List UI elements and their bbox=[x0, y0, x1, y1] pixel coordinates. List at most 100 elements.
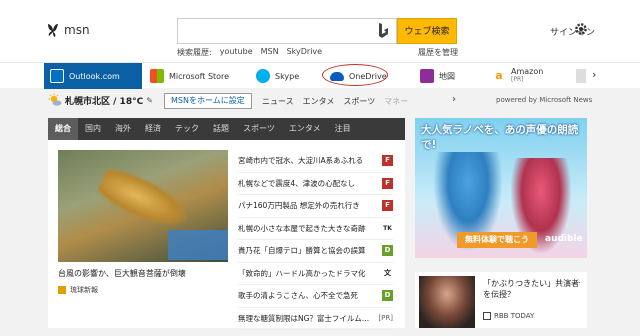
tab-tech[interactable]: テック bbox=[168, 118, 206, 140]
ad-title: 大人気ラノベを、あの声優の朗読で! bbox=[421, 124, 579, 151]
more-options-icon[interactable]: ⋯ bbox=[573, 278, 581, 287]
source-icon: F bbox=[382, 200, 393, 212]
source-logo-icon bbox=[58, 286, 66, 294]
edit-icon[interactable]: ✎ bbox=[146, 96, 153, 105]
list-item[interactable]: 「致命的」ハードル高かったドラマ化 文 bbox=[238, 263, 393, 285]
history-item[interactable]: SkyDrive bbox=[287, 47, 323, 58]
card-photo bbox=[419, 276, 475, 328]
section-link[interactable]: スポーツ bbox=[343, 96, 375, 107]
store-icon bbox=[150, 69, 164, 83]
headline-text: 宮崎市内で冠水、大淀川A系あふれる bbox=[238, 156, 364, 166]
source-icon: D bbox=[382, 245, 393, 257]
source-name: 琉球新報 bbox=[70, 286, 98, 294]
header: msn ウェブ検索 サインイン 検索履歴: youtube MSN SkyDri… bbox=[0, 0, 640, 62]
headline-text: パナ160万円製品 想定外の売れ行き bbox=[238, 201, 360, 211]
nav-amazon[interactable]: a Amazon [PR] bbox=[492, 63, 543, 89]
tab-entertainment[interactable]: エンタメ bbox=[282, 118, 328, 140]
list-item[interactable]: 札幌の小さな本屋で起きた大きな奇跡 TK bbox=[238, 218, 393, 240]
source-icon: 文 bbox=[382, 267, 393, 279]
nav-microsoft-store[interactable]: Microsoft Store bbox=[150, 63, 229, 89]
list-item[interactable]: パナ160万円製品 想定外の売れ行き F bbox=[238, 195, 393, 218]
map-icon bbox=[420, 69, 434, 83]
partly-sunny-icon bbox=[48, 93, 62, 106]
source-logo-icon bbox=[483, 312, 491, 320]
audible-logo: audible bbox=[545, 234, 583, 244]
source-icon: D bbox=[382, 290, 393, 302]
source-name: RBB TODAY bbox=[494, 312, 535, 320]
tab-topics[interactable]: 話題 bbox=[206, 118, 236, 140]
history-item[interactable]: youtube bbox=[220, 47, 253, 58]
tab-overseas[interactable]: 海外 bbox=[108, 118, 138, 140]
nav-label: Microsoft Store bbox=[169, 71, 230, 81]
section-nav: ニュース エンタメ スポーツ マネー bbox=[262, 96, 408, 107]
news-tabs: 総合 国内 海外 経済 テック 話題 スポーツ エンタメ 注目 bbox=[48, 118, 405, 140]
section-link[interactable]: ニュース bbox=[262, 96, 294, 107]
card-source: RBB TODAY bbox=[483, 312, 534, 320]
nav-label: Amazon bbox=[511, 67, 544, 76]
headline-text: 札幌などで震度4、津波の心配なし bbox=[238, 178, 356, 188]
chevron-right-icon[interactable]: › bbox=[452, 94, 456, 105]
headline-text: 札幌の小さな本屋で起きた大きな奇跡 bbox=[238, 223, 366, 233]
headline-text: 歌手の清ようこさん、心不全で急死 bbox=[238, 291, 358, 301]
history-item[interactable]: MSN bbox=[261, 47, 279, 58]
search-input[interactable] bbox=[177, 18, 397, 44]
msn-logo[interactable]: msn bbox=[46, 22, 90, 38]
search-history: 検索履歴: youtube MSN SkyDrive bbox=[177, 47, 322, 58]
pr-label: [PR] bbox=[378, 314, 393, 323]
history-manage-link[interactable]: 履歴を管理 bbox=[418, 47, 458, 58]
pr-label: [PR] bbox=[511, 76, 524, 83]
nav-outlook[interactable]: Outlook.com bbox=[44, 63, 142, 89]
nav-label: Skype bbox=[275, 71, 300, 81]
tab-economy[interactable]: 経済 bbox=[138, 118, 168, 140]
amazon-icon: a bbox=[495, 69, 503, 82]
list-item[interactable]: 無理な糖質制限はNG？富士フイルム… [PR] bbox=[238, 308, 393, 330]
msn-butterfly-icon bbox=[48, 24, 58, 37]
ad-cta-button[interactable]: 無料体験で聴こう bbox=[457, 232, 537, 248]
signin-link[interactable]: サインイン bbox=[550, 25, 595, 38]
nav-map[interactable]: 地図 bbox=[420, 63, 455, 89]
headline-text: 貴乃花「自爆テロ」勝算と協会の誤算 bbox=[238, 246, 366, 256]
source-icon: F bbox=[382, 155, 393, 167]
list-item[interactable]: 宮崎市内で冠水、大淀川A系あふれる F bbox=[238, 150, 393, 173]
headline-text: 無理な糖質制限はNG？富士フイルム… bbox=[238, 313, 370, 323]
news-card[interactable]: 「かぶりつきたい」共演者を伝授？ ⋯ RBB TODAY bbox=[415, 272, 587, 328]
list-item[interactable]: 貴乃花「自爆テロ」勝算と協会の誤算 D bbox=[238, 240, 393, 263]
chevron-right-icon[interactable]: › bbox=[592, 68, 596, 81]
nav-skype[interactable]: Skype bbox=[256, 63, 299, 89]
card-headline: 「かぶりつきたい」共演者を伝授？ bbox=[483, 279, 580, 299]
statue-shape bbox=[93, 161, 198, 239]
location-label: 札幌市北区 / 18°C bbox=[65, 96, 144, 107]
highlight-circle bbox=[322, 64, 388, 86]
section-link[interactable]: エンタメ bbox=[303, 96, 335, 107]
skype-icon bbox=[256, 69, 270, 83]
hero-headline[interactable]: 台風の影響か、巨大観音菩薩が倒壊 bbox=[58, 268, 228, 279]
nav-label: Outlook.com bbox=[69, 71, 120, 81]
tarp-shape bbox=[168, 230, 228, 260]
headline-list: 宮崎市内で冠水、大淀川A系あふれる F 札幌などで震度4、津波の心配なし F パ… bbox=[238, 150, 393, 330]
outlook-icon bbox=[50, 69, 64, 83]
nav-next-tile bbox=[576, 69, 586, 83]
tab-featured[interactable]: 注目 bbox=[328, 118, 358, 140]
tab-sougou[interactable]: 総合 bbox=[48, 118, 78, 140]
powered-by: powered by Microsoft News bbox=[496, 96, 593, 104]
hero-image[interactable] bbox=[58, 150, 228, 262]
gear-icon[interactable] bbox=[574, 22, 588, 36]
history-label: 検索履歴: bbox=[177, 48, 212, 57]
headline-text: 「致命的」ハードル高かったドラマ化 bbox=[238, 268, 366, 278]
list-item[interactable]: 歌手の清ようこさん、心不全で急死 D bbox=[238, 285, 393, 308]
tab-sports[interactable]: スポーツ bbox=[236, 118, 282, 140]
nav-label: 地図 bbox=[439, 71, 455, 81]
source-icon: F bbox=[382, 177, 393, 189]
section-link[interactable]: マネー bbox=[384, 96, 408, 107]
list-item[interactable]: 札幌などで震度4、津波の心配なし F bbox=[238, 173, 393, 195]
hero-source: 琉球新報 bbox=[58, 285, 98, 295]
web-search-button[interactable]: ウェブ検索 bbox=[397, 18, 457, 44]
quick-links-bar: Outlook.com Microsoft Store Skype OneDri… bbox=[0, 62, 640, 89]
set-home-button[interactable]: MSNをホームに設定 bbox=[164, 93, 252, 109]
audible-ad[interactable]: 大人気ラノベを、あの声優の朗読で! 無料体験で聴こう audible bbox=[415, 118, 587, 258]
source-icon: TK bbox=[382, 222, 393, 234]
tab-domestic[interactable]: 国内 bbox=[78, 118, 108, 140]
weather-location[interactable]: 札幌市北区 / 18°C ✎ bbox=[48, 93, 153, 107]
news-panel: 総合 国内 海外 経済 テック 話題 スポーツ エンタメ 注目 台風の影響か、巨… bbox=[48, 118, 405, 330]
bing-icon bbox=[379, 23, 388, 38]
